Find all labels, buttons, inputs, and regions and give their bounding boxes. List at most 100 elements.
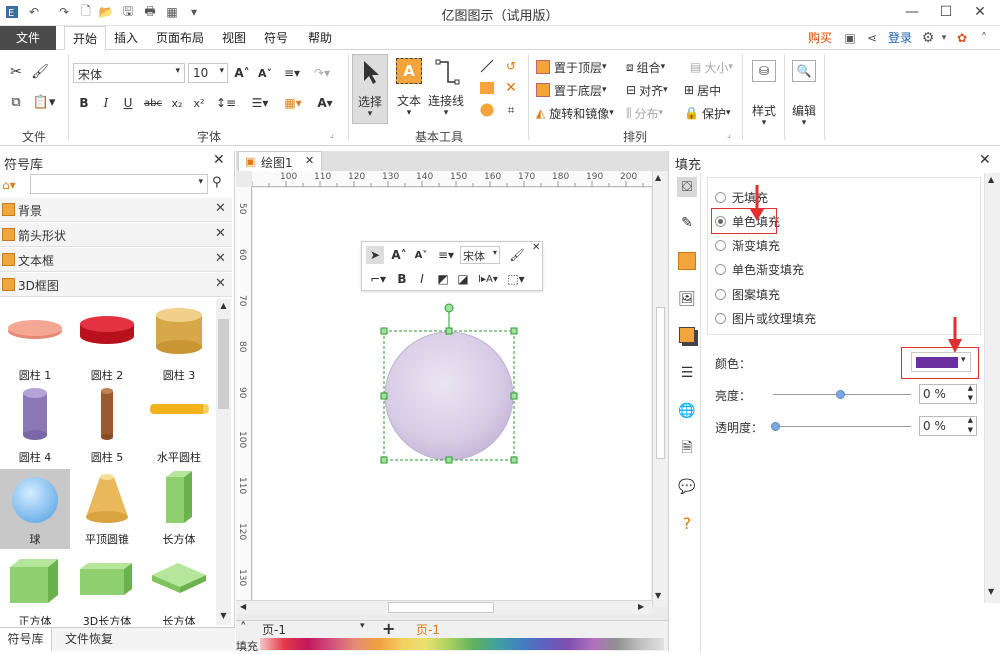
tab-symbol-library[interactable]: 符号库	[0, 628, 52, 651]
shape-item-selected[interactable]: 球	[0, 469, 70, 549]
paste-icon[interactable]: 📋▾	[30, 92, 58, 112]
scroll-right-icon[interactable]: ▶	[638, 602, 644, 611]
scroll-thumb[interactable]	[656, 307, 665, 459]
protect-button[interactable]: 🔒 保护 ▾	[684, 104, 731, 122]
comment-icon[interactable]: 💬	[677, 477, 697, 497]
close-icon[interactable]: ✕	[215, 276, 226, 291]
scroll-up-icon[interactable]: ▲	[655, 173, 661, 182]
highlight-icon[interactable]: ▦▾	[280, 94, 306, 112]
canvas-vertical-scrollbar[interactable]: ▲ ▼	[652, 171, 668, 607]
fill-option-gradient[interactable]: 渐变填充	[715, 235, 780, 255]
shape-item[interactable]: 圆柱 2	[72, 305, 142, 385]
rotate-mirror-button[interactable]: ◭ 旋转和镜像 ▾	[536, 104, 614, 122]
fill-option-solid-gradient[interactable]: 单色渐变填充	[715, 259, 804, 279]
fill-pane-scrollbar[interactable]: ▲ ▼	[984, 173, 1000, 603]
note-icon[interactable]: 🗎	[677, 439, 697, 459]
scroll-up-icon[interactable]: ▲	[988, 175, 994, 184]
collapse-ribbon-icon[interactable]: ˄	[976, 30, 992, 46]
font-name-select[interactable]: 宋体 ▾	[73, 63, 185, 83]
transparency-slider-thumb[interactable]	[771, 422, 780, 431]
connector-style-icon[interactable]: ⌐▾	[366, 270, 390, 288]
shape-item[interactable]: 平顶圆锥	[72, 469, 142, 549]
share-icon[interactable]: ⋖	[864, 30, 880, 46]
document-tab[interactable]: ▣ 绘图1 ✕	[238, 151, 322, 171]
copy-icon[interactable]: ⧉	[6, 92, 26, 112]
color-picker[interactable]: ▾	[911, 352, 971, 372]
library-home-icon[interactable]: ⌂▾	[2, 175, 28, 195]
scroll-down-icon[interactable]: ▼	[217, 611, 230, 623]
strikethrough-icon[interactable]: abc	[142, 94, 164, 112]
bold-icon[interactable]: B	[394, 270, 410, 288]
scroll-down-icon[interactable]: ▼	[988, 587, 994, 596]
account-icon[interactable]: ▣	[842, 30, 858, 46]
scroll-thumb[interactable]	[218, 319, 229, 409]
shrink-font-icon[interactable]: A˅	[256, 64, 274, 82]
send-back-icon[interactable]: ◪	[454, 270, 472, 288]
login-link[interactable]: 登录	[880, 26, 920, 50]
style-button[interactable]: ⛁ 样式 ▾	[748, 56, 780, 128]
shrink-font-icon[interactable]: A˅	[412, 246, 430, 264]
shape-item[interactable]: 长方体	[144, 469, 214, 549]
tab-page-layout[interactable]: 页面布局	[148, 26, 212, 50]
maximize-button[interactable]: ☐	[932, 2, 960, 22]
italic-icon[interactable]: I	[98, 94, 114, 112]
format-painter-icon[interactable]: 🖌	[508, 246, 526, 264]
line-spacing-icon[interactable]: ↕≡	[214, 94, 238, 112]
selected-sphere-shape[interactable]	[379, 300, 519, 464]
bring-front-icon[interactable]: ◩	[434, 270, 452, 288]
format-painter-icon[interactable]: 🖌	[30, 62, 50, 82]
canvas-horizontal-scrollbar[interactable]: ◀ ▶	[236, 600, 652, 614]
grow-font-icon[interactable]: A˄	[233, 64, 251, 82]
line-tool-icon[interactable]	[478, 58, 496, 74]
library-category[interactable]: 背景 ✕	[0, 198, 232, 222]
color-palette[interactable]	[260, 638, 664, 650]
library-category[interactable]: 3D框图 ✕	[0, 273, 232, 297]
select-tool-button[interactable]: 选择 ▾	[352, 54, 388, 124]
brightness-slider-thumb[interactable]	[836, 390, 845, 399]
document-properties-icon[interactable]: ☰	[677, 363, 697, 383]
theme-icon[interactable]: ✿	[954, 30, 970, 46]
search-icon[interactable]: ⚲	[212, 175, 222, 190]
rectangle-tool-icon[interactable]	[478, 80, 496, 96]
fill-bucket-icon[interactable]: ⛋	[677, 177, 697, 197]
group-button[interactable]: ⧈ 组合 ▾	[626, 58, 665, 76]
globe-icon[interactable]: 🌐	[677, 401, 697, 421]
scroll-up-icon[interactable]: ▲	[217, 301, 230, 313]
line-style-icon[interactable]: ⬚▾	[504, 270, 528, 288]
text-direction-icon[interactable]: ↷▾	[310, 64, 334, 82]
cross-tool-icon[interactable]: ✕	[502, 80, 520, 96]
pointer-icon[interactable]: ➤	[366, 246, 384, 264]
image-icon[interactable]: 🖼	[677, 289, 697, 309]
close-icon[interactable]: ✕	[532, 242, 540, 253]
distribute-icon[interactable]: I▸A▾	[476, 270, 500, 288]
superscript-icon[interactable]: x²	[190, 94, 208, 112]
brightness-spinner[interactable]: 0 % ▲ ▼	[919, 384, 977, 404]
bring-to-front-button[interactable]: 置于顶层 ▾	[536, 58, 607, 76]
underline-icon[interactable]: U	[120, 94, 136, 112]
bullets-icon[interactable]: ☰▾	[246, 94, 274, 112]
library-search-input[interactable]: ▾	[30, 174, 208, 194]
italic-icon[interactable]: I	[414, 270, 430, 288]
rotate-handle[interactable]	[444, 303, 454, 313]
scroll-down-icon[interactable]: ▼	[655, 591, 661, 600]
scroll-left-icon[interactable]: ◀	[240, 602, 246, 611]
shape-item[interactable]: 圆柱 1	[0, 305, 70, 385]
shape-item[interactable]: 水平圆柱	[144, 387, 214, 467]
crop-tool-icon[interactable]: ⌗	[502, 102, 520, 118]
library-category[interactable]: 箭头形状 ✕	[0, 223, 232, 247]
font-color-icon[interactable]: A▾	[313, 94, 337, 112]
cut-icon[interactable]: ✂	[6, 62, 26, 82]
arc-tool-icon[interactable]: ↺	[502, 58, 520, 74]
settings-dropdown-icon[interactable]: ▾	[936, 30, 952, 46]
font-dialog-launcher-icon[interactable]: ⌟	[330, 130, 334, 139]
edit-button[interactable]: 🔍 编辑 ▾	[788, 56, 820, 128]
close-icon[interactable]: ✕	[215, 251, 226, 266]
align-text-icon[interactable]: ≡▾	[280, 64, 304, 82]
scroll-thumb[interactable]	[388, 602, 494, 613]
size-button[interactable]: ▤ 大小 ▾	[690, 58, 733, 76]
transparency-spinner[interactable]: 0 % ▲ ▼	[919, 416, 977, 436]
shape-item[interactable]: 圆柱 4	[0, 387, 70, 467]
tab-insert[interactable]: 插入	[106, 26, 146, 50]
help-icon[interactable]: ?	[677, 513, 697, 533]
sphere-body[interactable]	[384, 331, 514, 461]
